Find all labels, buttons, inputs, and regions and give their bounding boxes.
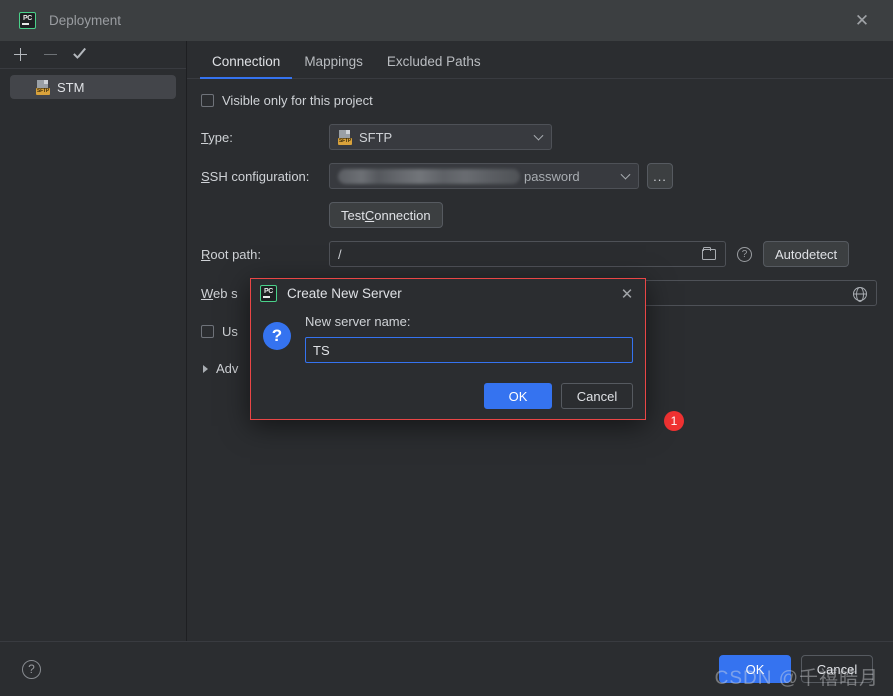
modal-title-text: Create New Server: [287, 286, 402, 301]
type-label: Type:: [201, 129, 233, 145]
root-path-row: Root path: / ? Autodetect: [201, 241, 877, 267]
list-item-label: STM: [57, 79, 85, 95]
tab-mappings[interactable]: Mappings: [292, 54, 375, 78]
chevron-right-icon: [203, 364, 208, 373]
server-list: SFTP STM: [0, 69, 186, 99]
minus-icon[interactable]: [40, 44, 61, 65]
modal-field-group: New server name: TS: [305, 314, 633, 363]
sftp-icon: SFTP: [338, 129, 352, 145]
chevron-down-icon: [533, 130, 544, 141]
root-path-value: /: [338, 246, 342, 262]
modal-buttons: OK Cancel: [484, 383, 633, 409]
annotation-badge-1: 1: [664, 411, 684, 431]
close-icon[interactable]: ✕: [851, 10, 873, 32]
ok-button[interactable]: OK: [719, 655, 791, 683]
pycharm-icon: PC: [260, 285, 277, 302]
tab-bar: Connection Mappings Excluded Paths: [187, 41, 893, 79]
folder-icon[interactable]: [702, 246, 716, 260]
ssh-configuration-auth-suffix: password: [524, 168, 580, 184]
sftp-icon: SFTP: [36, 79, 50, 95]
ssh-configuration-label: SSH configuration:: [201, 168, 310, 184]
advanced-label: Adv: [216, 361, 239, 376]
redacted-value: [338, 168, 520, 184]
new-server-name-input[interactable]: TS: [305, 337, 633, 363]
ssh-configuration-row: SSH configuration: password ...: [201, 163, 877, 189]
window-titlebar: PC Deployment ✕: [0, 0, 893, 41]
new-server-name-value: TS: [313, 342, 330, 358]
globe-icon[interactable]: [853, 287, 867, 301]
ssh-configuration-select[interactable]: password: [329, 163, 639, 189]
question-icon: ?: [263, 322, 291, 350]
list-item[interactable]: SFTP STM: [10, 75, 176, 99]
cancel-button[interactable]: Cancel: [801, 655, 873, 683]
visible-only-checkbox[interactable]: [201, 94, 214, 107]
autodetect-button[interactable]: Autodetect: [763, 241, 850, 267]
root-path-input[interactable]: /: [329, 241, 726, 267]
visible-only-label: Visible only for this project: [222, 93, 373, 108]
type-row: Type: SFTP SFTP: [201, 124, 877, 150]
modal-titlebar: PC Create New Server ✕: [251, 279, 645, 308]
ssh-configuration-browse-button[interactable]: ...: [647, 163, 673, 189]
deployment-dialog: PC Deployment ✕ SFTP STM Connection Mapp…: [0, 0, 893, 696]
footer-buttons: OK Cancel: [719, 655, 873, 683]
use-checkbox[interactable]: [201, 325, 214, 338]
close-icon[interactable]: ✕: [617, 284, 637, 304]
dialog-footer: ? OK Cancel CSDN @千禧皓月: [0, 641, 893, 696]
plus-icon[interactable]: [10, 44, 31, 65]
modal-content: ? New server name: TS: [251, 308, 645, 363]
pycharm-icon: PC: [19, 12, 36, 29]
use-checkbox-label: Us: [222, 324, 238, 339]
help-icon[interactable]: ?: [22, 659, 41, 679]
help-icon[interactable]: ?: [737, 246, 752, 262]
test-connection-button[interactable]: Test Connection: [329, 202, 443, 228]
tab-excluded-paths[interactable]: Excluded Paths: [375, 54, 493, 78]
server-list-toolbar: [0, 41, 186, 69]
modal-cancel-button[interactable]: Cancel: [561, 383, 633, 409]
tab-connection[interactable]: Connection: [200, 54, 293, 79]
new-server-name-label: New server name:: [305, 314, 411, 329]
test-connection-row: Test Connection: [201, 202, 877, 228]
visible-only-row: Visible only for this project: [201, 93, 877, 108]
server-list-panel: SFTP STM: [0, 41, 187, 641]
root-path-label: Root path:: [201, 246, 261, 262]
create-new-server-dialog: PC Create New Server ✕ ? New server name…: [250, 278, 646, 420]
check-icon[interactable]: [70, 44, 91, 65]
window-title: Deployment: [49, 13, 122, 28]
type-select[interactable]: SFTP SFTP: [329, 124, 552, 150]
modal-ok-button[interactable]: OK: [484, 383, 552, 409]
chevron-down-icon: [620, 169, 631, 180]
type-select-value: SFTP: [359, 129, 393, 145]
